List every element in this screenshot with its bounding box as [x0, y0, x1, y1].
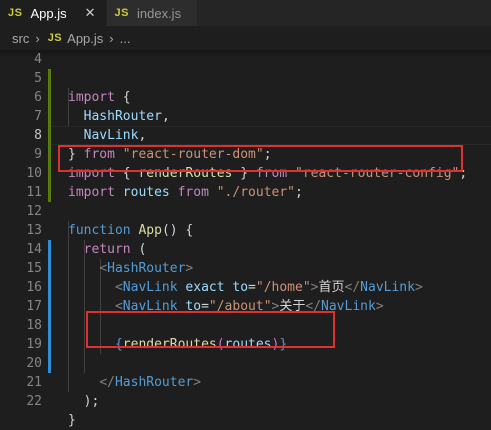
line-number: 22 — [26, 394, 42, 409]
chevron-right-icon: › — [109, 30, 114, 46]
line-number: 5 — [34, 71, 42, 86]
line-number: 20 — [26, 356, 42, 371]
tab-app-js[interactable]: JS App.js ✕ — [0, 0, 107, 26]
breadcrumb: src › JS App.js › ... — [0, 26, 491, 50]
line-number: 11 — [26, 185, 42, 200]
js-file-icon: JS — [114, 7, 129, 19]
line-number: 8 — [34, 128, 42, 143]
line-number: 15 — [26, 261, 42, 276]
line-number: 7 — [34, 109, 42, 124]
js-file-icon: JS — [8, 7, 23, 19]
annotation-highlight-box — [86, 311, 335, 348]
line-number: 9 — [34, 147, 42, 162]
line-number: 19 — [26, 337, 42, 352]
line-number: 6 — [34, 90, 42, 105]
breadcrumb-more[interactable]: ... — [120, 31, 131, 46]
tab-label: index.js — [136, 5, 182, 21]
breadcrumb-file[interactable]: App.js — [67, 31, 103, 46]
line-number: 12 — [26, 204, 42, 219]
js-file-icon: JS — [47, 32, 63, 44]
code-line-22[interactable]: } — [68, 411, 76, 430]
line-number: 16 — [26, 280, 42, 295]
line-number: 10 — [26, 166, 42, 181]
tab-index-js[interactable]: JS index.js — [106, 0, 199, 26]
line-number: 18 — [26, 318, 42, 333]
tab-bar: JS App.js ✕ JS index.js — [0, 0, 491, 26]
line-number: 21 — [26, 375, 42, 390]
tab-label: App.js — [30, 5, 67, 21]
close-icon[interactable]: ✕ — [85, 5, 96, 21]
annotation-highlight-box — [58, 145, 463, 172]
line-number: 13 — [26, 223, 42, 238]
breadcrumb-folder[interactable]: src — [12, 31, 29, 46]
chevron-right-icon: › — [35, 30, 40, 46]
line-number: 14 — [26, 242, 42, 257]
line-number: 4 — [34, 52, 42, 67]
line-number: 17 — [26, 299, 42, 314]
